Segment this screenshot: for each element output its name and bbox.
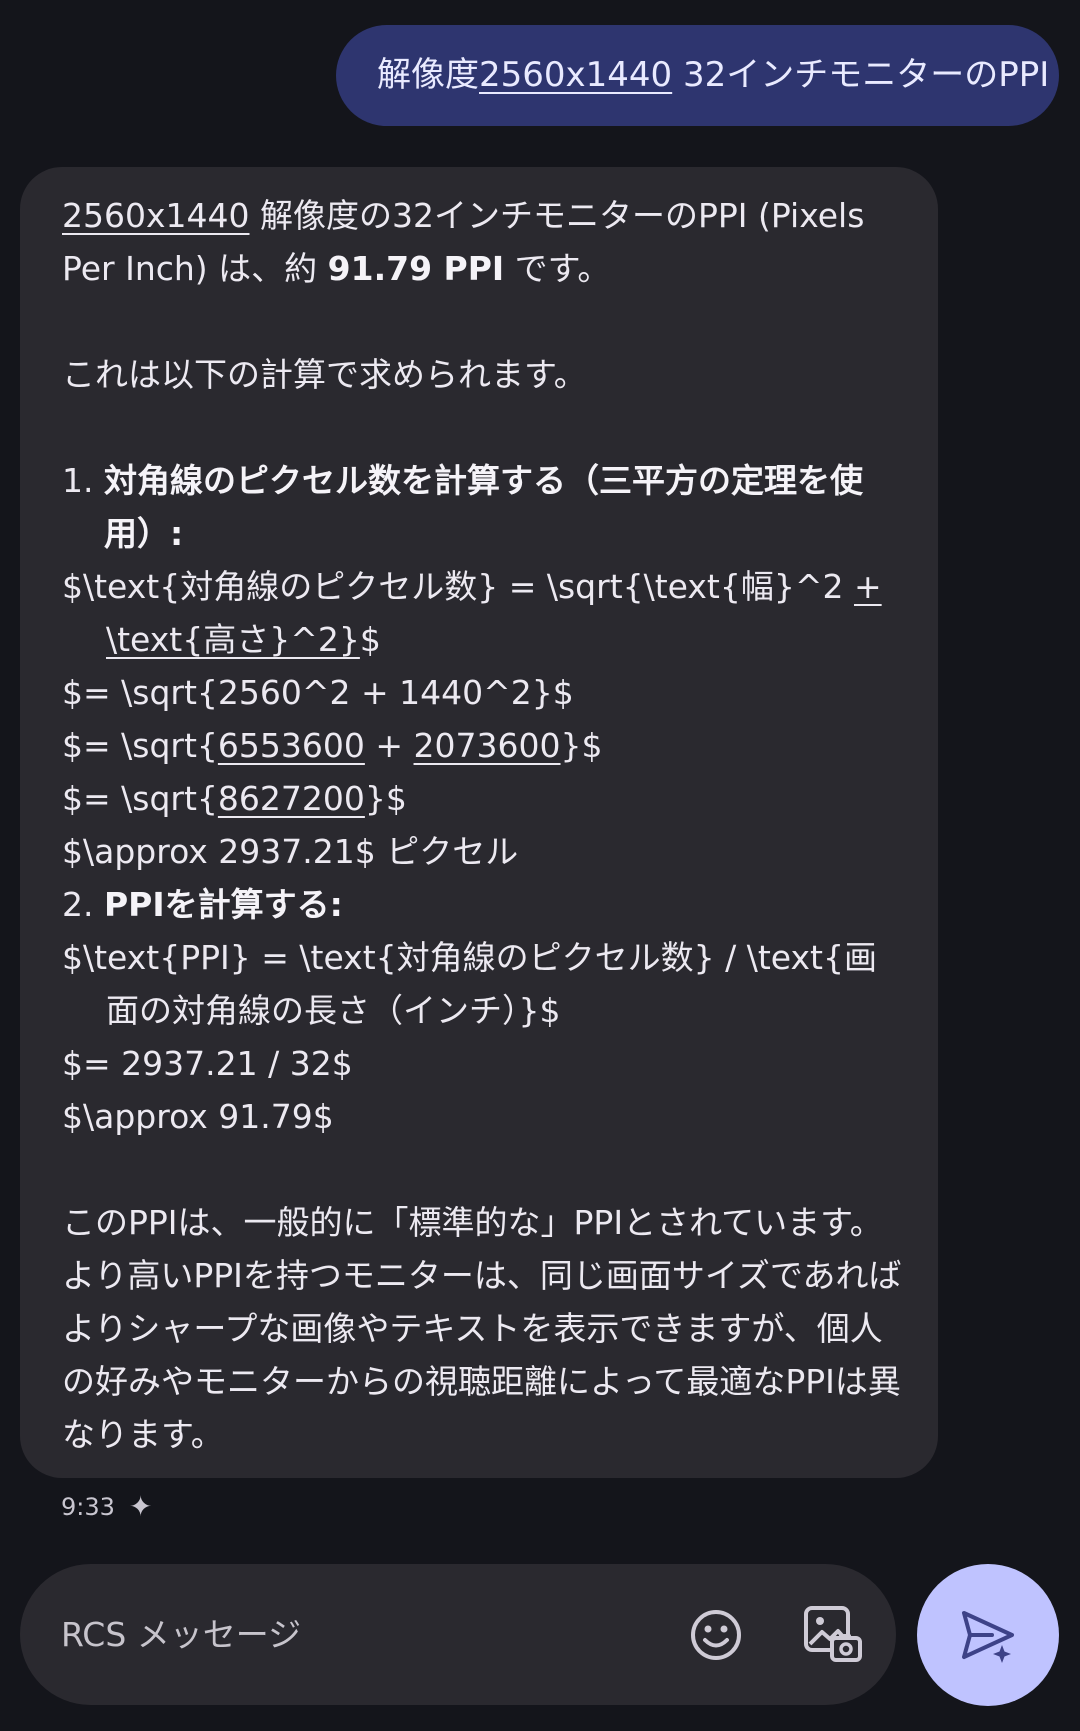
formula-1-a: $\text{対角線のピクセル数} = \sqrt{\text{幅}^2 [62, 567, 854, 606]
composer-placeholder[interactable]: RCS メッセージ [61, 1564, 301, 1705]
step-2: 2. PPIを計算する: [62, 878, 908, 931]
message-timestamp-row: 9:33 ✦ [61, 1490, 152, 1523]
step-1-number: 1. [62, 461, 94, 500]
user-message-bubble[interactable]: 解像度2560x1440 32インチモニターのPPI [336, 25, 1059, 126]
formula-3-end: }$ [560, 726, 603, 765]
formula-1-plus[interactable]: + [854, 567, 882, 606]
formula-3-mid: + [364, 726, 414, 765]
formula-4-a: $= \sqrt{ [62, 779, 218, 818]
step-2-number: 2. [62, 885, 94, 924]
intro-paragraph: 2560x1440 解像度の32インチモニターのPPI (Pixels Per … [62, 189, 908, 295]
ai-message-bubble[interactable]: 2560x1440 解像度の32インチモニターのPPI (Pixels Per … [20, 167, 938, 1478]
formula-1-b[interactable]: \text{高さ}^2} [106, 620, 360, 659]
conclusion-paragraph: このPPIは、一般的に「標準的な」PPIとされています。より高いPPIを持つモニ… [62, 1203, 902, 1454]
formula-5: $\approx 2937.21$ ピクセル [62, 832, 519, 871]
user-message-link[interactable]: 2560x1440 [479, 55, 672, 95]
formula-1: $\text{対角線のピクセル数} = \sqrt{\text{幅}^2 + \… [62, 560, 908, 666]
formula-3-number-1[interactable]: 6553600 [218, 726, 365, 765]
user-message-suffix: 32インチモニターのPPI [672, 55, 1050, 95]
intro-link[interactable]: 2560x1440 [62, 196, 250, 235]
formula-4-number[interactable]: 8627200 [218, 779, 365, 818]
message-composer[interactable]: RCS メッセージ [20, 1564, 896, 1705]
send-icon [962, 1611, 1014, 1663]
formula-4-end: }$ [364, 779, 407, 818]
step-1: 1. 対角線のピクセル数を計算する（三平方の定理を使用）: [62, 454, 908, 560]
user-message-prefix: 解像度 [377, 55, 479, 95]
intro-text-2: です。 [504, 249, 611, 288]
formula-4: $= \sqrt{8627200}$ [62, 772, 908, 825]
intro-bold: 91.79 PPI [327, 249, 505, 288]
calc-intro: これは以下の計算で求められます。 [62, 355, 587, 394]
emoji-icon[interactable] [688, 1607, 744, 1663]
send-button[interactable] [917, 1564, 1059, 1706]
message-timestamp: 9:33 [61, 1492, 115, 1521]
step-1-title: 対角線のピクセル数を計算する（三平方の定理を使用）: [104, 461, 863, 553]
formula-3-number-2[interactable]: 2073600 [414, 726, 561, 765]
sparkle-icon: ✦ [128, 1490, 153, 1523]
formula-6: $\text{PPI} = \text{対角線のピクセル数} / \text{画… [62, 938, 877, 1030]
formula-1-c: $ [359, 620, 381, 659]
formula-3-a: $= \sqrt{ [62, 726, 218, 765]
gallery-icon[interactable] [802, 1604, 864, 1666]
formula-7: $= 2937.21 / 32$ [62, 1044, 353, 1083]
formula-8: $\approx 91.79$ [62, 1097, 334, 1136]
formula-3: $= \sqrt{6553600 + 2073600}$ [62, 719, 908, 772]
step-2-title: PPIを計算する: [104, 885, 343, 924]
formula-2: $= \sqrt{2560^2 + 1440^2}$ [62, 673, 574, 712]
